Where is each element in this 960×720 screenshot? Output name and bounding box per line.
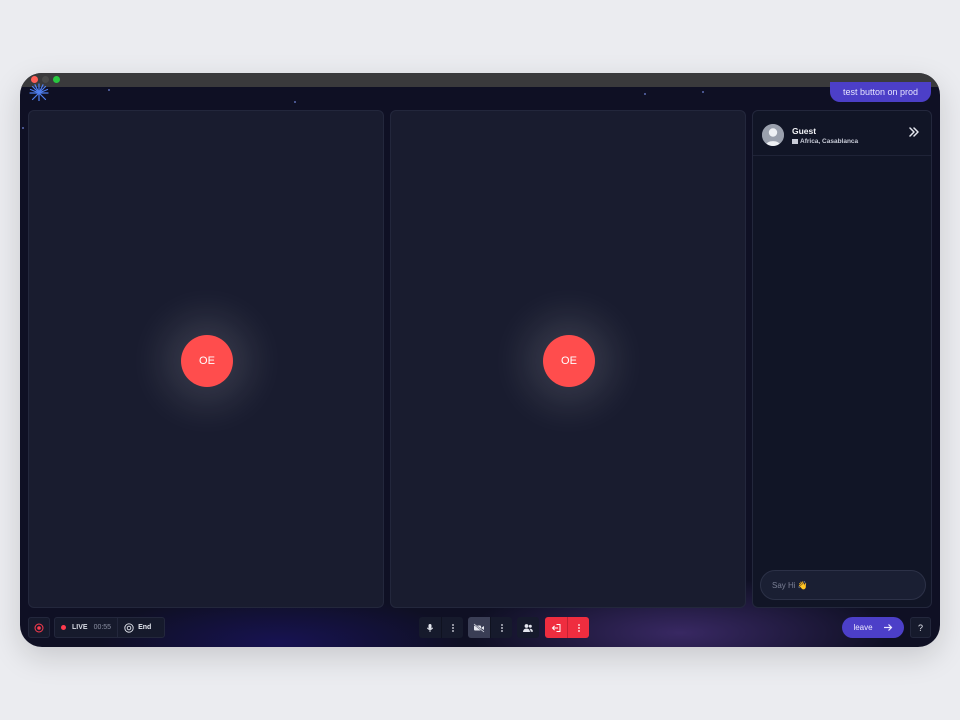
record-icon bbox=[34, 623, 44, 632]
chat-input[interactable] bbox=[760, 570, 926, 600]
exit-options-button[interactable] bbox=[567, 617, 589, 638]
starburst-logo-icon[interactable] bbox=[28, 83, 50, 101]
end-label: End bbox=[138, 624, 152, 631]
guest-location: Africa, Casablanca bbox=[792, 138, 858, 145]
participant-avatar: OE bbox=[181, 335, 233, 387]
panel-header: Guest Africa, Casablanca bbox=[753, 111, 931, 156]
window-minimize-button[interactable] bbox=[42, 76, 49, 83]
flag-icon bbox=[792, 138, 798, 144]
background-star bbox=[22, 127, 24, 129]
exit-controls bbox=[545, 617, 589, 638]
stop-circle-icon bbox=[124, 622, 134, 633]
participants-controls bbox=[517, 617, 539, 638]
participant-tile[interactable]: OE bbox=[28, 110, 384, 608]
double-chevron-right-icon[interactable] bbox=[907, 125, 921, 139]
more-vertical-icon bbox=[451, 623, 454, 632]
background-star bbox=[644, 93, 646, 95]
record-button[interactable] bbox=[28, 617, 50, 638]
test-button[interactable]: test button on prod bbox=[829, 82, 931, 102]
camera-button[interactable] bbox=[468, 617, 490, 638]
exit-room-button[interactable] bbox=[545, 617, 567, 638]
microphone-icon bbox=[426, 623, 434, 632]
live-status: LIVE 00:55 End bbox=[54, 617, 165, 638]
side-panel: Guest Africa, Casablanca bbox=[752, 110, 932, 608]
users-icon bbox=[523, 623, 533, 632]
microphone-options-button[interactable] bbox=[441, 617, 463, 638]
background-star bbox=[108, 89, 110, 91]
guest-location-text: Africa, Casablanca bbox=[800, 138, 859, 145]
user-icon bbox=[762, 124, 784, 146]
sign-out-icon bbox=[551, 623, 560, 632]
app-window: test button on prod OE OE Guest Africa, … bbox=[20, 73, 940, 647]
more-vertical-icon bbox=[577, 623, 580, 632]
help-button[interactable]: ? bbox=[910, 617, 931, 638]
participant-avatar: OE bbox=[543, 335, 595, 387]
leave-label: leave bbox=[853, 623, 873, 632]
live-label: LIVE bbox=[72, 624, 88, 631]
camera-options-button[interactable] bbox=[490, 617, 512, 638]
arrow-right-icon bbox=[883, 624, 892, 631]
microphone-controls bbox=[419, 617, 463, 638]
more-vertical-icon bbox=[500, 623, 503, 632]
session-timer: 00:55 bbox=[93, 624, 112, 631]
background-star bbox=[294, 101, 296, 103]
leave-button[interactable]: leave bbox=[842, 617, 904, 638]
background-star bbox=[702, 91, 704, 93]
live-dot bbox=[61, 625, 66, 630]
camera-controls bbox=[468, 617, 512, 638]
window-close-button[interactable] bbox=[31, 76, 38, 83]
participants-button[interactable] bbox=[517, 617, 539, 638]
divider bbox=[117, 617, 119, 638]
guest-name: Guest bbox=[792, 126, 817, 136]
title-bar bbox=[20, 73, 940, 87]
guest-avatar bbox=[762, 124, 784, 146]
microphone-button[interactable] bbox=[419, 617, 441, 638]
camera-off-icon bbox=[473, 622, 485, 633]
participant-tile[interactable]: OE bbox=[390, 110, 746, 608]
window-maximize-button[interactable] bbox=[53, 76, 60, 83]
bottom-control-bar: LIVE 00:55 End leave ? bbox=[20, 617, 940, 639]
end-button[interactable]: End bbox=[124, 622, 152, 633]
